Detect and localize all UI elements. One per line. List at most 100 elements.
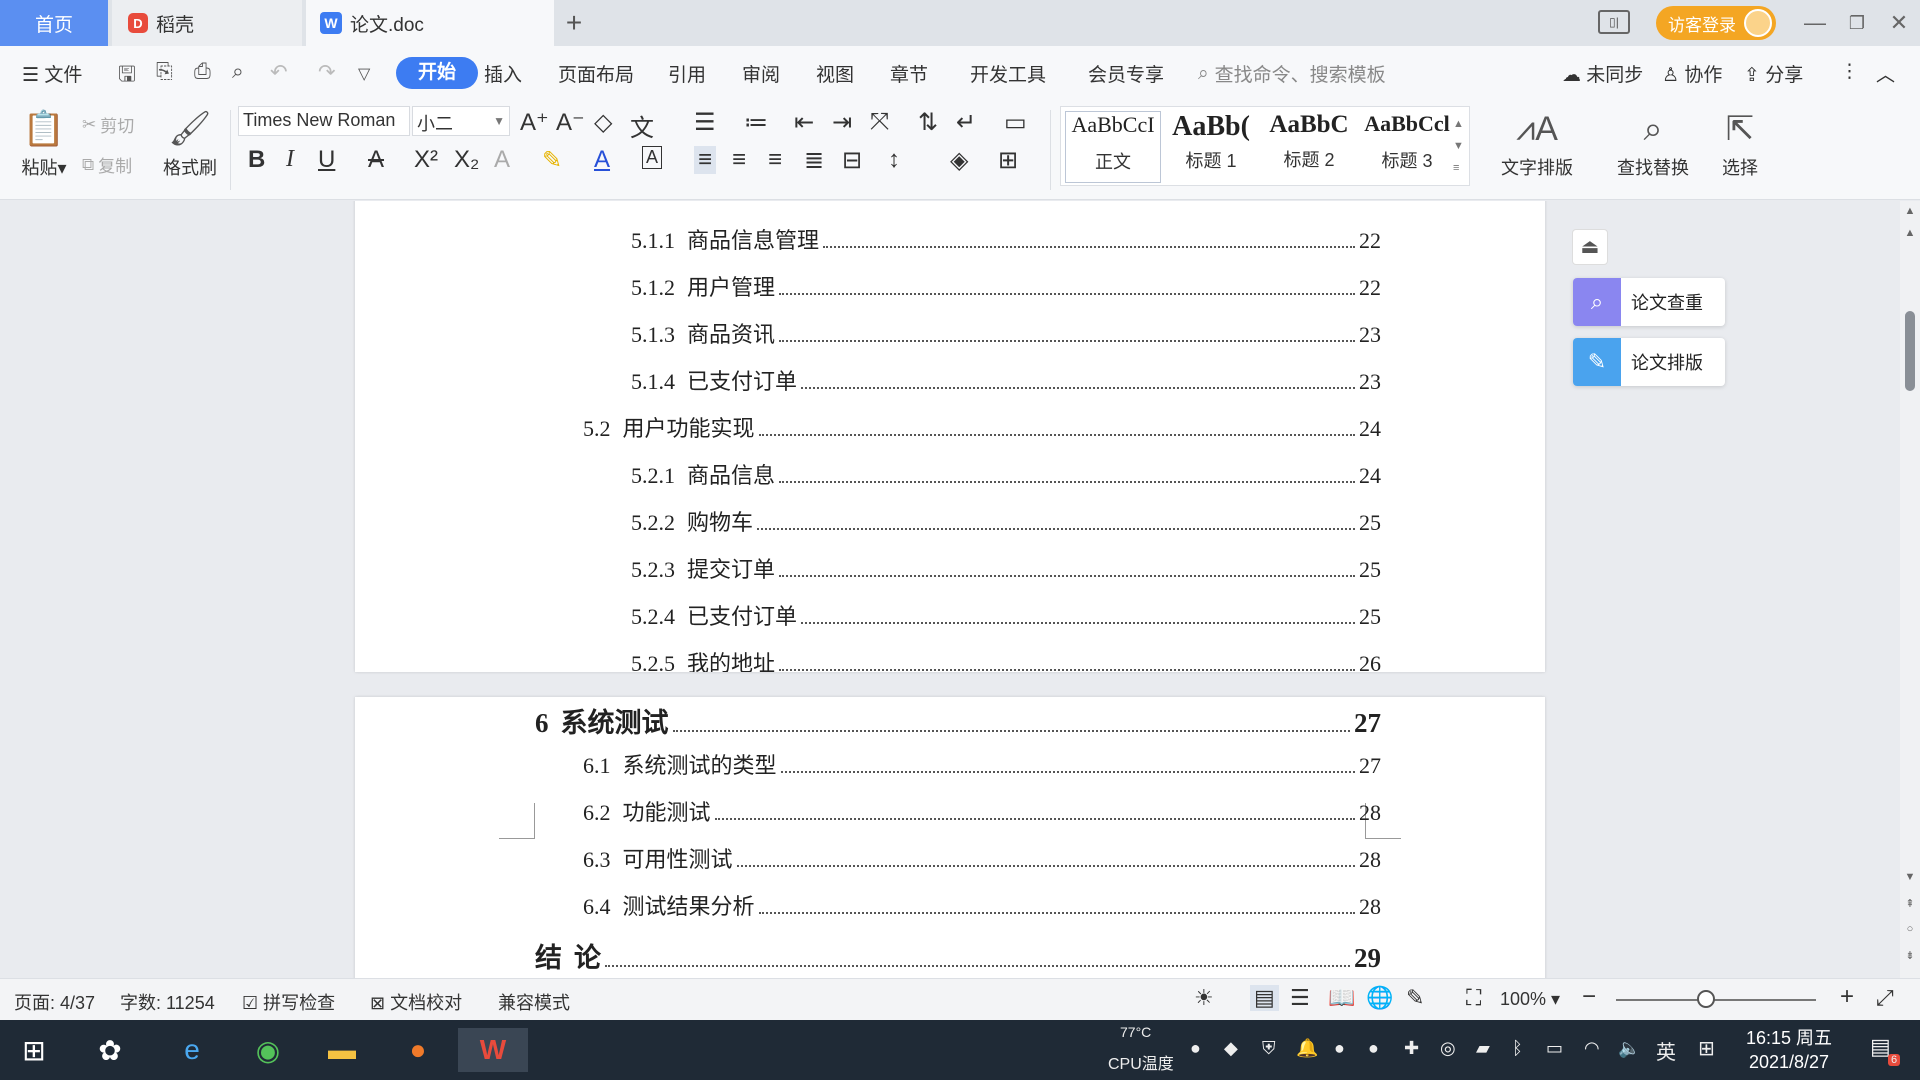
select-button[interactable]: ⇱ 选择 [1712,104,1768,180]
document-area[interactable]: 5.1.1 商品信息管理 22 5.1.2 用户管理 22 5.1.3 商品资讯 23 5.1.4… [0,201,1900,978]
browser-360-icon[interactable]: ◉ [244,1028,292,1072]
menu-insert[interactable]: 插入 [484,60,522,87]
eye-protect-icon[interactable]: ☀ [1194,985,1214,1011]
font-size-select[interactable]: 小二 ▼ [412,106,510,136]
cut-button[interactable]: ✂ 剪切 [82,112,134,137]
bold-icon[interactable]: B [248,146,265,174]
zoom-out-icon[interactable]: − [1582,983,1596,1011]
collapse-ribbon-icon[interactable]: ︿ [1876,60,1895,87]
tray-app-icon[interactable]: ● [1190,1038,1201,1059]
bullets-icon[interactable]: ☰ [694,108,716,137]
menu-page-layout[interactable]: 页面布局 [558,60,634,87]
tray-app-icon[interactable]: ● [1368,1038,1379,1059]
toc-entry[interactable]: 5.2.1 商品信息 24 [631,458,1381,490]
menu-member[interactable]: 会员专享 [1088,60,1164,87]
menu-references[interactable]: 引用 [668,60,706,87]
volume-icon[interactable]: 🔈 [1618,1038,1640,1059]
decrease-indent-icon[interactable]: ⇤ [794,108,814,137]
thesis-format-button[interactable]: ✎ 论文排版 [1573,338,1725,386]
scroll-down-icon[interactable]: ▼ [1902,871,1918,887]
shrink-font-icon[interactable]: A⁻ [556,108,585,137]
style-heading-3[interactable]: AaBbCcl 标题 3 [1359,111,1455,183]
style-normal[interactable]: AaBbCcI 正文 [1065,111,1161,183]
find-replace-button[interactable]: ⌕ 查找替换 [1610,104,1696,180]
format-painter-button[interactable]: 🖌 格式刷 [160,104,220,180]
underline-icon[interactable]: U [318,146,335,174]
ie-browser-icon[interactable]: e [168,1028,216,1072]
align-center-icon[interactable]: ≡ [732,146,746,174]
tab-daoke[interactable]: D 稻壳 [112,0,302,46]
document-page[interactable]: 5.1.1 商品信息管理 22 5.1.2 用户管理 22 5.1.3 商品资讯 23 5.1.4… [355,201,1545,672]
search-command-input[interactable]: ⌕ 查找命令、搜索模板 [1198,60,1386,87]
toc-entry[interactable]: 6.2 功能测试 28 [583,795,1381,827]
char-border-icon[interactable]: A [642,146,663,169]
increase-indent-icon[interactable]: ⇥ [832,108,852,137]
minimize-icon[interactable]: — [1798,6,1832,40]
restore-icon[interactable]: ❐ [1840,6,1874,40]
prev-page-icon[interactable]: ⇞ [1902,897,1918,913]
toc-entry[interactable]: 6 系统测试 27 [535,701,1381,740]
nvidia-icon[interactable]: ▰ [1476,1038,1490,1059]
strikethrough-icon[interactable]: A [368,146,384,174]
share-button[interactable]: ⇪ 分享 [1744,60,1803,87]
wps-taskbar-icon[interactable]: W [458,1028,528,1072]
subscript-icon[interactable]: X₂ [454,146,479,174]
text-layout-button[interactable]: ⩘A 文字排版 [1494,104,1580,180]
export-pdf-icon[interactable]: ⎘ [156,60,173,84]
justify-icon[interactable]: ≣ [804,146,824,175]
file-menu[interactable]: ☰ 文件 [22,60,82,87]
undo-icon[interactable]: ↶ [270,60,288,85]
collab-button[interactable]: ♙ 协作 [1662,60,1722,87]
toc-entry[interactable]: 5.1.1 商品信息管理 22 [631,223,1381,255]
align-left-icon[interactable]: ≡ [694,146,717,174]
visitor-login-button[interactable]: 访客登录 [1656,6,1776,40]
superscript-icon[interactable]: X² [414,146,438,174]
fit-page-icon[interactable]: ⛶ [1466,985,1481,1011]
game-app-icon[interactable]: ● [394,1028,442,1072]
toc-entry[interactable]: 6.4 测试结果分析 28 [583,889,1381,921]
phonetic-guide-icon[interactable]: 文 [630,108,654,143]
chinese-layout-icon[interactable]: ⤧ [870,108,889,136]
menu-developer[interactable]: 开发工具 [970,60,1046,87]
app-launcher-icon[interactable]: ✿ [86,1028,134,1072]
close-icon[interactable]: ✕ [1882,6,1916,40]
customize-chevron-down-icon[interactable]: ▽ [358,64,370,84]
align-right-icon[interactable]: ≡ [768,146,782,174]
text-effect-icon[interactable]: A [494,146,510,174]
style-heading-2[interactable]: AaBbC 标题 2 [1261,111,1357,183]
battery-icon[interactable]: ▭ [1546,1038,1563,1059]
new-tab-button[interactable]: + [556,0,592,46]
file-explorer-icon[interactable]: ▬ [318,1028,366,1072]
numbering-icon[interactable]: ≔ [744,108,768,137]
vertical-scrollbar[interactable]: ▲ ▲ ▼ ⇞ ○ ⇟ [1900,201,1920,978]
toc-entry[interactable]: 5.1.2 用户管理 22 [631,270,1381,302]
zoom-in-icon[interactable]: + [1840,983,1854,1011]
menu-view[interactable]: 视图 [816,60,854,87]
print-icon[interactable]: ⎙ [194,60,211,84]
select-browse-icon[interactable]: ○ [1902,923,1918,939]
menu-review[interactable]: 审阅 [742,60,780,87]
clock[interactable]: 16:15 周五 2021/8/27 [1746,1026,1832,1074]
tab-document[interactable]: W 论文.doc [306,0,554,46]
page-indicator[interactable]: 页面: 4/37 [14,989,95,1015]
menu-chapter[interactable]: 章节 [890,60,928,87]
next-page-icon[interactable]: ⇟ [1902,949,1918,965]
ruler-icon[interactable]: ▭ [1004,108,1027,137]
collapse-panel-icon[interactable]: ⏏ [1572,229,1608,265]
clear-format-icon[interactable]: ◇ [594,108,612,137]
bluetooth-icon[interactable]: ᛒ [1512,1038,1523,1059]
ime-indicator[interactable]: 英 [1656,1036,1676,1065]
pen-icon[interactable]: ✎ [1406,985,1424,1011]
zoom-select[interactable]: 100% ▾ [1500,989,1560,1010]
scroll-up-icon[interactable]: ▲ [1902,227,1918,243]
thesis-check-button[interactable]: ⌕ 论文查重 [1573,278,1725,326]
italic-icon[interactable]: I [286,146,294,173]
word-count[interactable]: 字数: 11254 [120,989,215,1015]
fullscreen-icon[interactable]: ⤢ [1876,985,1894,1011]
read-view-icon[interactable]: 📖 [1328,985,1355,1011]
tray-app-icon[interactable]: ✚ [1404,1038,1419,1059]
show-marks-icon[interactable]: ↵ [956,108,976,137]
borders-icon[interactable]: ⊞ [998,146,1018,175]
toc-entry[interactable]: 5.1.3 商品资讯 23 [631,317,1381,349]
style-heading-1[interactable]: AaBb( 标题 1 [1163,111,1259,183]
